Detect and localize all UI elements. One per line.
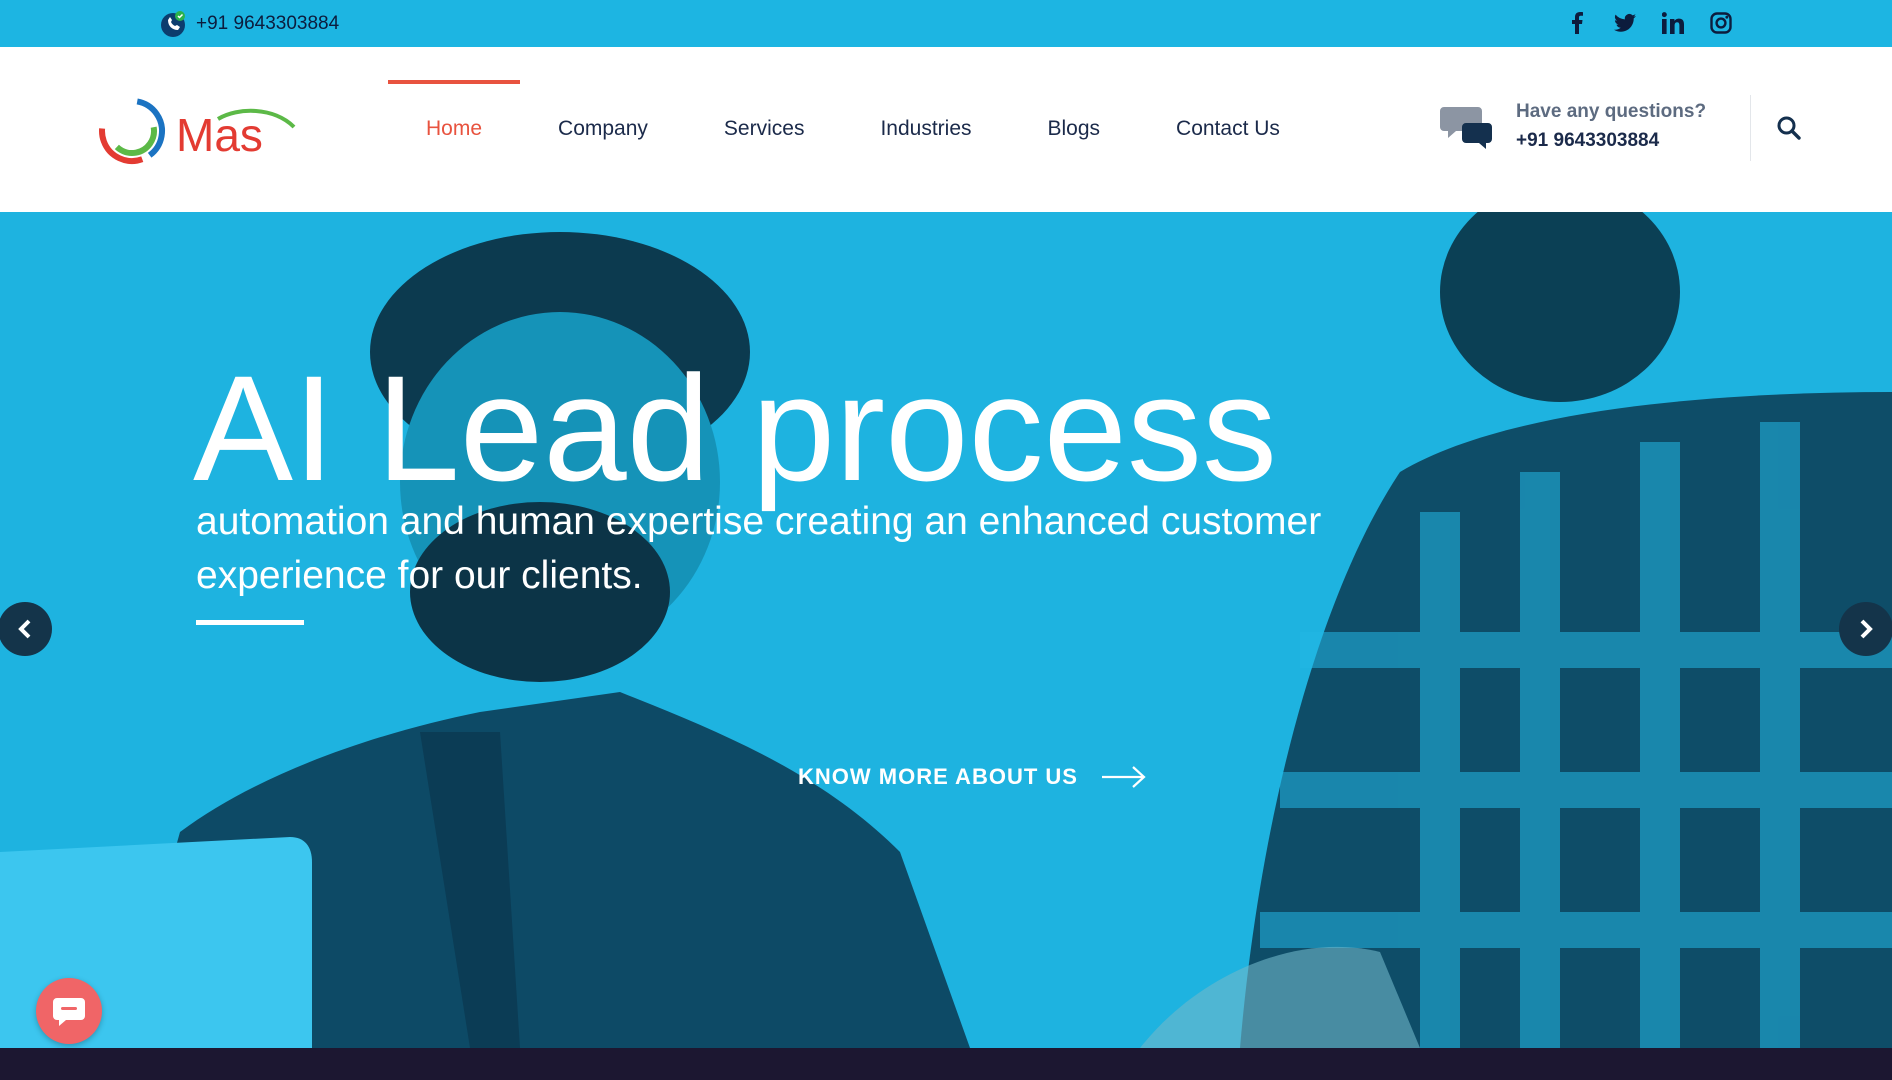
- search-icon[interactable]: [1776, 115, 1802, 141]
- twitter-icon[interactable]: [1614, 9, 1636, 37]
- chevron-right-icon: [1860, 619, 1873, 639]
- nav-contact-us[interactable]: Contact Us: [1138, 80, 1318, 178]
- nav-home[interactable]: Home: [388, 80, 521, 178]
- footer-strip: [0, 1048, 1892, 1080]
- chat-widget-button[interactable]: [36, 978, 102, 1044]
- contact-text: Have any questions? +91 9643303884: [1516, 99, 1706, 157]
- main-nav: Home Company Services Industries Blogs C…: [388, 80, 1318, 178]
- contact-phone[interactable]: +91 9643303884: [1516, 125, 1706, 157]
- social-links: [1566, 9, 1732, 37]
- nav-company[interactable]: Company: [520, 80, 686, 178]
- nav-blogs[interactable]: Blogs: [1010, 80, 1139, 178]
- message-icon: [53, 998, 85, 1026]
- facebook-icon[interactable]: [1566, 9, 1588, 37]
- header-divider: [1750, 95, 1751, 161]
- chevron-left-icon: [18, 619, 31, 639]
- phone-icon: [159, 10, 187, 38]
- slider-next-button[interactable]: [1839, 602, 1892, 656]
- header-contact: Have any questions? +91 9643303884: [1440, 99, 1706, 157]
- hero-underline: [196, 620, 304, 625]
- top-phone[interactable]: +91 9643303884: [159, 10, 339, 38]
- know-more-button[interactable]: KNOW MORE ABOUT US: [798, 764, 1146, 790]
- top-bar: +91 9643303884: [0, 0, 1892, 47]
- chat-bubbles-icon: [1440, 103, 1494, 151]
- hero-title: AI Lead process: [193, 344, 1277, 512]
- slider-prev-button[interactable]: [0, 602, 52, 656]
- site-header: Mas Home Company Services Industries Blo…: [0, 47, 1892, 212]
- instagram-icon[interactable]: [1710, 9, 1732, 37]
- hero-slider: AI Lead process automation and human exp…: [0, 212, 1892, 1048]
- linkedin-icon[interactable]: [1662, 9, 1684, 37]
- logo[interactable]: Mas: [98, 93, 298, 169]
- contact-question: Have any questions?: [1516, 101, 1707, 122]
- nav-services[interactable]: Services: [686, 80, 843, 178]
- hero-subtitle: automation and human expertise creating …: [196, 500, 1322, 597]
- arrow-right-icon: [1101, 766, 1146, 788]
- know-more-label: KNOW MORE ABOUT US: [798, 764, 1078, 789]
- top-phone-number: +91 9643303884: [196, 13, 340, 34]
- nav-industries[interactable]: Industries: [842, 80, 1009, 178]
- logo-text: Mas: [176, 109, 263, 161]
